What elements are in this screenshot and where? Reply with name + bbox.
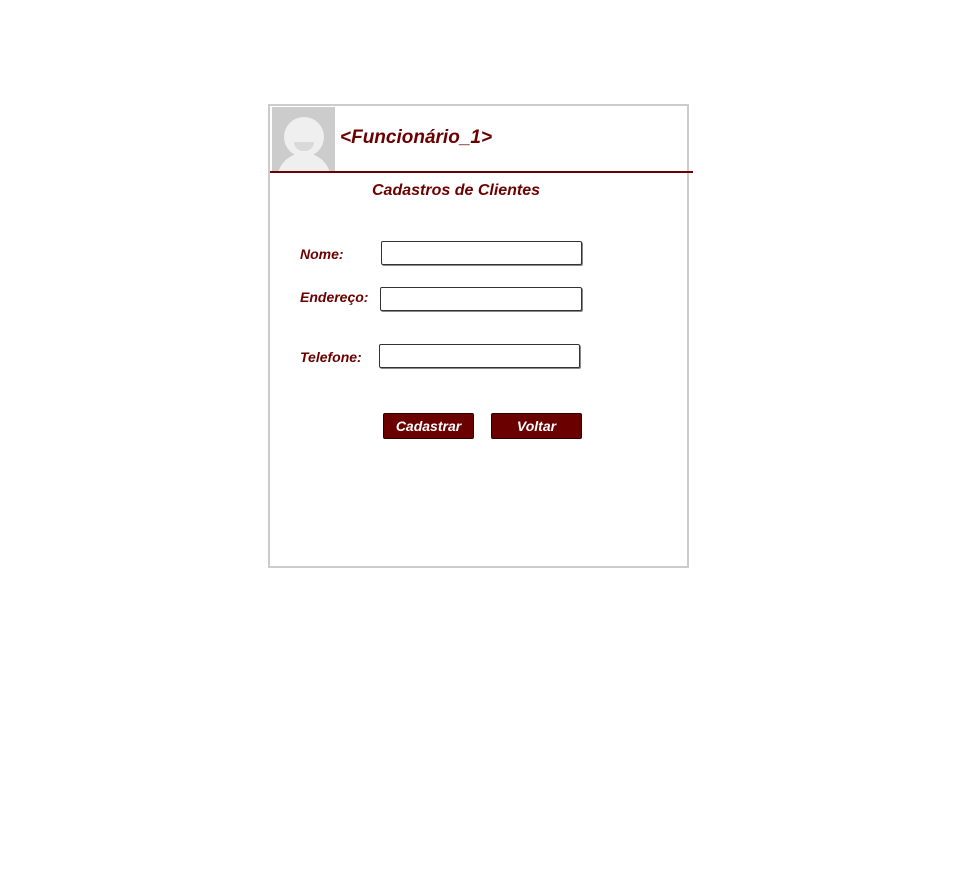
avatar-head-shape	[284, 117, 324, 157]
endereco-label: Endereço:	[300, 289, 369, 305]
client-registration-window: <Funcionário_1> Cadastros de Clientes No…	[268, 104, 693, 568]
page-title: Cadastros de Clientes	[372, 182, 541, 199]
endereco-input[interactable]	[380, 287, 582, 311]
cadastrar-button[interactable]: Cadastrar	[383, 413, 474, 439]
employee-name: <Funcionário_1>	[340, 127, 493, 148]
telefone-input[interactable]	[379, 344, 580, 368]
voltar-button[interactable]: Voltar	[491, 413, 582, 439]
nome-label: Nome:	[300, 246, 344, 262]
header-bar: <Funcionário_1>	[270, 106, 693, 173]
user-avatar-icon	[272, 107, 335, 171]
nome-input[interactable]	[381, 241, 582, 265]
telefone-label: Telefone:	[300, 349, 362, 365]
